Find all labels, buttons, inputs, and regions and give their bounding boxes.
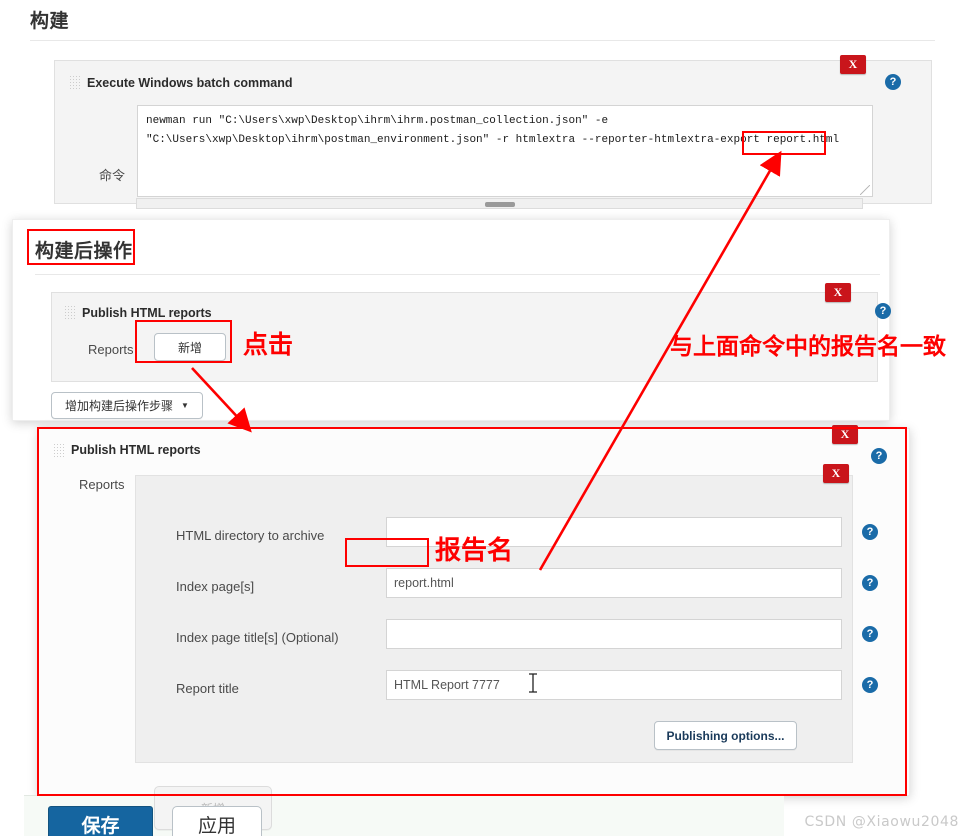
annotation-report-name-text: 报告名	[435, 536, 514, 566]
annotation-match-command-text: 与上面命令中的报告名一致	[670, 334, 946, 360]
add-report-button[interactable]: 新增	[154, 333, 226, 361]
field-help-icon-0[interactable]: ?	[862, 524, 878, 540]
publishing-options-button[interactable]: Publishing options...	[654, 721, 797, 750]
postbuild-step-delete-button[interactable]: X	[825, 283, 851, 302]
build-step-help-icon[interactable]: ?	[885, 74, 901, 90]
publish-html-reports-panel: Publish HTML reports Reports HTML direct…	[38, 425, 910, 796]
publish-reports-label: Reports	[79, 477, 125, 492]
command-line-1: newman run "C:\Users\xwp\Desktop\ihrm\ih…	[146, 115, 609, 127]
screenshot-root: 构建 Execute Windows batch command 命令 newm…	[0, 0, 969, 836]
publish-panel-help-icon[interactable]: ?	[871, 448, 887, 464]
build-step-delete-button[interactable]: X	[840, 55, 866, 74]
postbuild-section-panel: 构建后操作 Publish HTML reports Reports 新增 X …	[12, 219, 891, 421]
save-button[interactable]: 保存	[48, 806, 153, 836]
field-value-1: report.html	[394, 576, 454, 590]
reports-label: Reports	[88, 342, 134, 357]
index-page-titles-input[interactable]	[386, 619, 842, 649]
field-label-3: Report title	[176, 681, 239, 696]
textarea-resize-grip[interactable]	[860, 185, 870, 195]
csdn-watermark: CSDN @Xiaowu2048	[804, 814, 959, 830]
publish-panel-heading: Publish HTML reports	[71, 443, 201, 457]
report-fields-container: HTML directory to archive ? Index page[s…	[135, 464, 878, 763]
scrollbar-thumb[interactable]	[484, 202, 515, 207]
form-footer-bar: 新增 保存 应用	[24, 786, 784, 836]
add-postbuild-step-label: 增加构建后操作步骤	[65, 399, 174, 413]
build-step-heading: Execute Windows batch command	[87, 76, 293, 90]
index-pages-input[interactable]: report.html	[386, 568, 842, 598]
postbuild-title-divider	[35, 274, 880, 275]
postbuild-step-help-icon[interactable]: ?	[875, 303, 891, 319]
build-title-divider	[30, 40, 935, 41]
field-value-3: HTML Report 7777	[394, 678, 500, 692]
postbuild-step-heading: Publish HTML reports	[82, 306, 212, 320]
report-entry-delete-button[interactable]: X	[823, 464, 849, 483]
field-help-icon-1[interactable]: ?	[862, 575, 878, 591]
publish-panel-drag-handle-icon[interactable]	[53, 443, 65, 459]
field-help-icon-3[interactable]: ?	[862, 677, 878, 693]
annotation-click-text: 点击	[243, 330, 294, 359]
report-title-input[interactable]: HTML Report 7777	[386, 670, 842, 700]
command-textarea[interactable]: newman run "C:\Users\xwp\Desktop\ihrm\ih…	[137, 105, 873, 197]
command-label: 命令	[99, 168, 126, 183]
apply-button[interactable]: 应用	[172, 806, 262, 836]
field-label-1: Index page[s]	[176, 579, 255, 594]
command-line-2: "C:\Users\xwp\Desktop\ihrm\postman_envir…	[146, 134, 840, 146]
publish-panel-delete-button[interactable]: X	[832, 425, 858, 444]
field-label-2: Index page title[s] (Optional)	[176, 630, 339, 645]
chevron-down-icon: ▼	[181, 401, 189, 410]
field-help-icon-2[interactable]: ?	[862, 626, 878, 642]
field-label-0: HTML directory to archive	[176, 528, 325, 543]
build-section-panel: 构建 Execute Windows batch command 命令 newm…	[18, 0, 948, 220]
postbuild-section-title: 构建后操作	[35, 241, 133, 262]
postbuild-drag-handle-icon[interactable]	[64, 305, 76, 321]
build-step-block: Execute Windows batch command 命令 newman …	[54, 60, 932, 204]
build-horizontal-scrollbar[interactable]	[136, 198, 863, 209]
add-postbuild-step-button[interactable]: 增加构建后操作步骤 ▼	[51, 392, 203, 419]
drag-handle-icon[interactable]	[69, 75, 81, 91]
build-section-title: 构建	[30, 11, 70, 32]
